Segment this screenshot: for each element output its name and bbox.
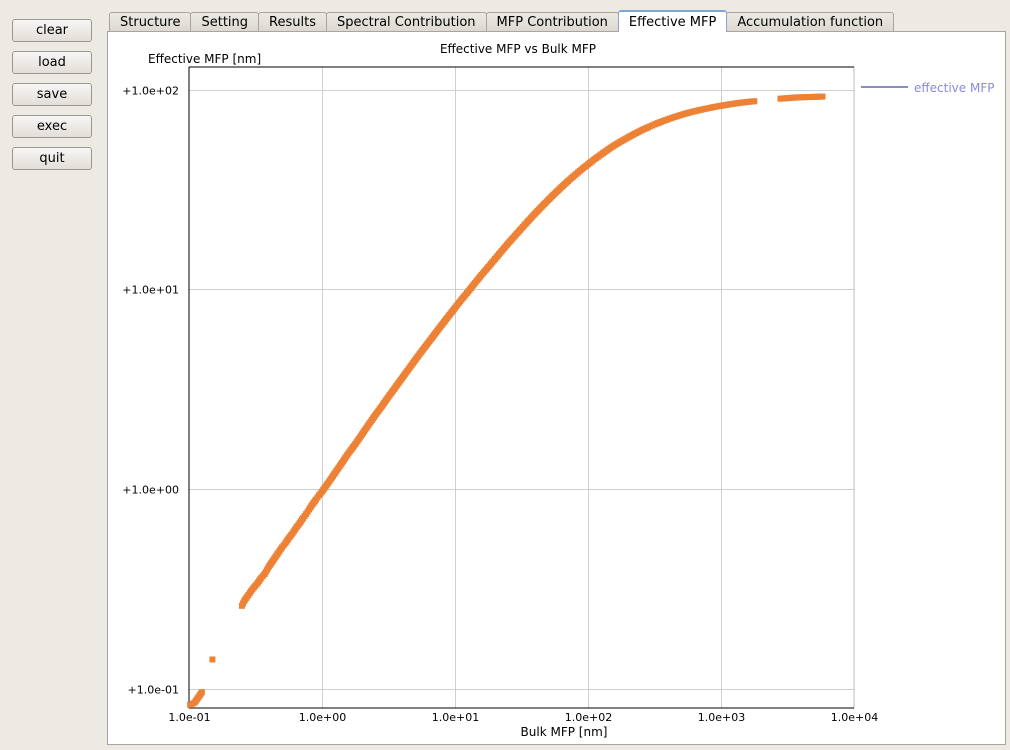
x-tick-labels: 1.0e-01 1.0e+00 1.0e+01 1.0e+02 1.0e+03 1.0e+… <box>168 711 878 724</box>
y-tick-label: +1.0e+00 <box>122 484 179 497</box>
x-tick-label: 1.0e+04 <box>831 711 878 724</box>
x-tick-label: 1.0e+00 <box>299 711 346 724</box>
data-point <box>751 98 758 105</box>
y-tick-label: +1.0e-01 <box>128 684 179 697</box>
y-tick-labels: +1.0e-01 +1.0e+00 +1.0e+01 +1.0e+02 <box>122 85 179 697</box>
tab-effective-mfp[interactable]: Effective MFP <box>617 10 728 32</box>
y-axis-label: Effective MFP [nm] <box>148 52 261 66</box>
y-tick-label: +1.0e+01 <box>122 284 179 297</box>
data-point <box>198 689 205 696</box>
x-tick-label: 1.0e+03 <box>698 711 745 724</box>
legend: effective MFP <box>861 81 994 95</box>
x-tick-label: 1.0e+01 <box>432 711 479 724</box>
grid-lines <box>189 67 854 708</box>
x-tick-label: 1.0e-01 <box>168 711 210 724</box>
chart-title: Effective MFP vs Bulk MFP <box>440 42 596 56</box>
y-tick-label: +1.0e+02 <box>122 85 179 98</box>
plot-frame <box>188 66 855 709</box>
data-point <box>209 656 216 663</box>
legend-label: effective MFP <box>914 81 994 95</box>
data-points <box>187 93 826 708</box>
effective-mfp-chart: Effective MFP vs Bulk MFP Effective MFP … <box>122 42 994 739</box>
data-point <box>819 93 826 100</box>
x-tick-label: 1.0e+02 <box>565 711 612 724</box>
x-axis-label: Bulk MFP [nm] <box>521 725 608 739</box>
plot-border <box>188 66 855 709</box>
